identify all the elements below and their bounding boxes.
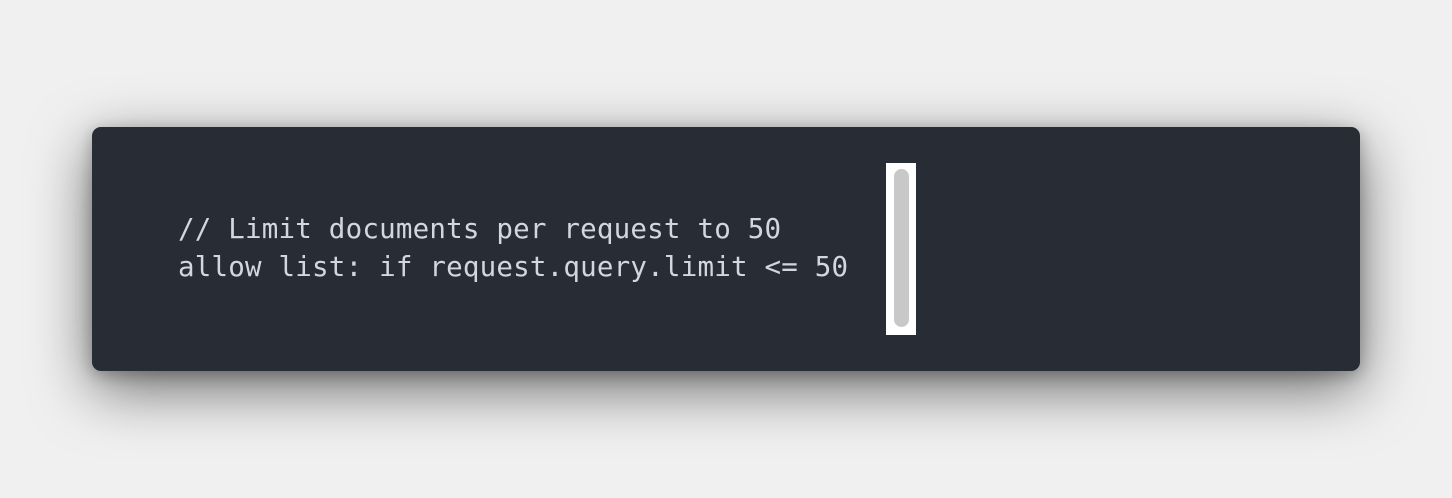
- code-line-rule: allow list: if request.query.limit <= 50: [178, 251, 849, 283]
- code-block: // Limit documents per request to 50 all…: [178, 210, 848, 286]
- code-window: // Limit documents per request to 50 all…: [92, 127, 1360, 371]
- scrollbar-thumb[interactable]: [894, 169, 909, 327]
- scrollbar[interactable]: [886, 163, 916, 335]
- code-line-comment: // Limit documents per request to 50: [178, 213, 782, 245]
